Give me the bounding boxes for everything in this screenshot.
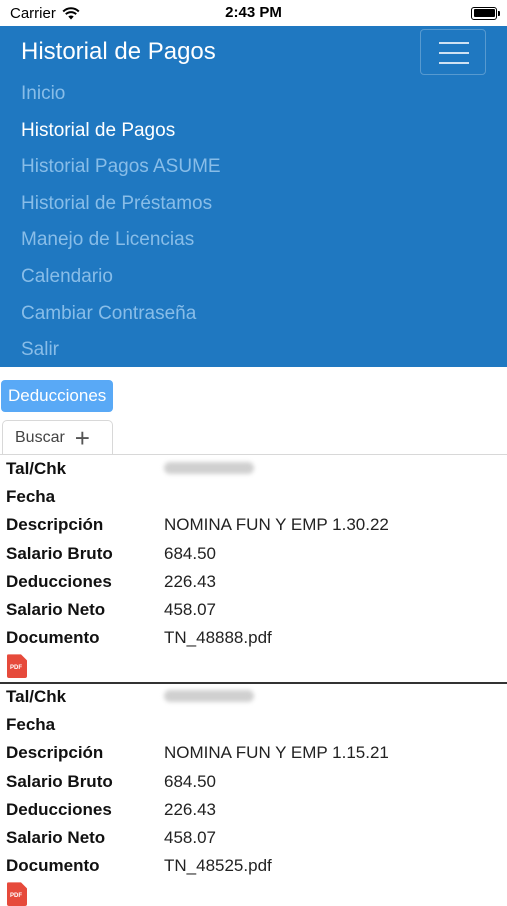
bruto-value: 684.50 <box>164 771 216 791</box>
pdf-icon[interactable]: PDF <box>7 882 29 906</box>
navbar: Historial de Pagos Inicio Historial de P… <box>0 26 507 367</box>
nav-item-salir[interactable]: Salir <box>21 337 221 374</box>
documento-value: TN_48888.pdf <box>164 628 272 648</box>
talchk-value <box>164 459 254 479</box>
navbar-brand[interactable]: Historial de Pagos <box>21 38 216 66</box>
redacted-value <box>164 462 254 475</box>
talchk-value <box>164 687 254 707</box>
descripcion-value: NOMINA FUN Y EMP 1.15.21 <box>164 743 389 763</box>
deducciones-button[interactable]: Deducciones <box>1 380 114 412</box>
nav-item-calendario[interactable]: Calendario <box>21 264 221 301</box>
nav-menu: Inicio Historial de Pagos Historial Pago… <box>21 81 221 374</box>
wifi-icon <box>62 6 80 19</box>
documento-value: TN_48525.pdf <box>164 856 272 876</box>
pdf-icon[interactable]: PDF <box>7 654 29 679</box>
payment-record: Tal/Chk Fecha Descripción NOMINA FUN Y EM… <box>0 683 507 906</box>
nav-item-historial-asume[interactable]: Historial Pagos ASUME <box>21 154 221 191</box>
descripcion-value: NOMINA FUN Y EMP 1.30.22 <box>164 515 389 535</box>
battery-icon <box>471 6 500 20</box>
buscar-tab[interactable]: Buscar + <box>2 420 113 454</box>
status-time: 2:43 PM <box>225 4 282 21</box>
deducciones-value: 226.43 <box>164 571 216 591</box>
nav-item-historial-prestamos[interactable]: Historial de Préstamos <box>21 191 221 228</box>
nav-item-cambiar-contrasena[interactable]: Cambiar Contraseña <box>21 301 221 338</box>
neto-value: 458.07 <box>164 828 216 848</box>
payment-record: Tal/Chk Fecha Descripción NOMINA FUN Y EM… <box>0 455 507 679</box>
hamburger-icon <box>439 42 469 44</box>
neto-value: 458.07 <box>164 600 216 620</box>
nav-item-inicio[interactable]: Inicio <box>21 81 221 118</box>
nav-item-licencias[interactable]: Manejo de Licencias <box>21 227 221 264</box>
buscar-label: Buscar <box>15 428 65 446</box>
nav-item-historial-pagos[interactable]: Historial de Pagos <box>21 118 221 155</box>
menu-toggle-button[interactable] <box>420 29 486 75</box>
redacted-value <box>164 690 254 703</box>
carrier-label: Carrier <box>10 4 56 22</box>
deducciones-value: 226.43 <box>164 799 216 819</box>
plus-icon: + <box>74 422 90 453</box>
bruto-value: 684.50 <box>164 543 216 563</box>
status-bar: Carrier 2:43 PM <box>0 0 507 26</box>
